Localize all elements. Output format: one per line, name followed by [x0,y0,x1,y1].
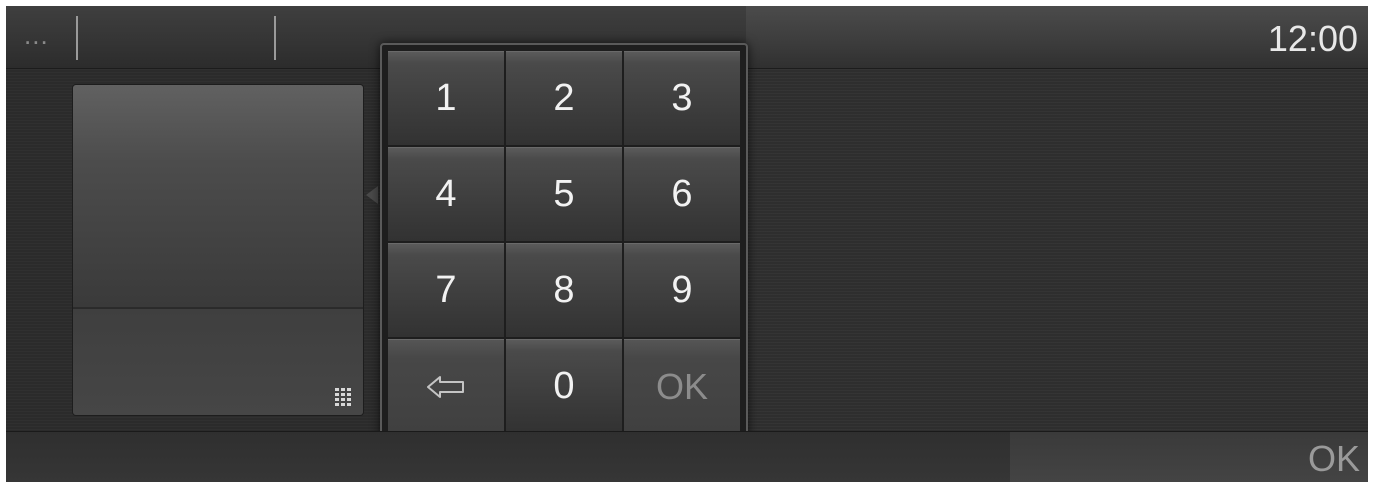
ok-button[interactable]: OK [1308,438,1360,480]
status-divider [274,16,276,60]
key-0[interactable]: 0 [506,339,622,433]
clock: 12:00 [1267,18,1358,59]
key-5[interactable]: 5 [506,147,622,241]
key-1[interactable]: 1 [388,51,504,145]
input-field-display[interactable] [73,85,363,307]
key-8[interactable]: 8 [506,243,622,337]
backspace-arrow-icon [427,375,464,398]
keypad-grid-icon[interactable] [335,388,351,406]
input-field-panel[interactable] [72,84,364,416]
key-3[interactable]: 3 [624,51,740,145]
popup-pointer [366,186,378,204]
key-7[interactable]: 7 [388,243,504,337]
key-4[interactable]: 4 [388,147,504,241]
content-area [746,69,1368,431]
numeric-keypad: 1 2 3 4 5 6 7 8 9 0 OK [380,43,748,443]
input-field-footer [73,308,363,415]
key-6[interactable]: 6 [624,147,740,241]
keypad-ok-button[interactable]: OK [624,339,740,433]
key-9[interactable]: 9 [624,243,740,337]
menu-button[interactable]: ... [24,20,49,51]
backspace-button[interactable] [388,339,504,433]
head-unit-screen: ... 12:00 1 2 3 4 5 6 7 8 9 0 OK OK [6,6,1368,482]
key-2[interactable]: 2 [506,51,622,145]
status-divider [76,16,78,60]
bottom-bar: OK [6,431,1368,482]
